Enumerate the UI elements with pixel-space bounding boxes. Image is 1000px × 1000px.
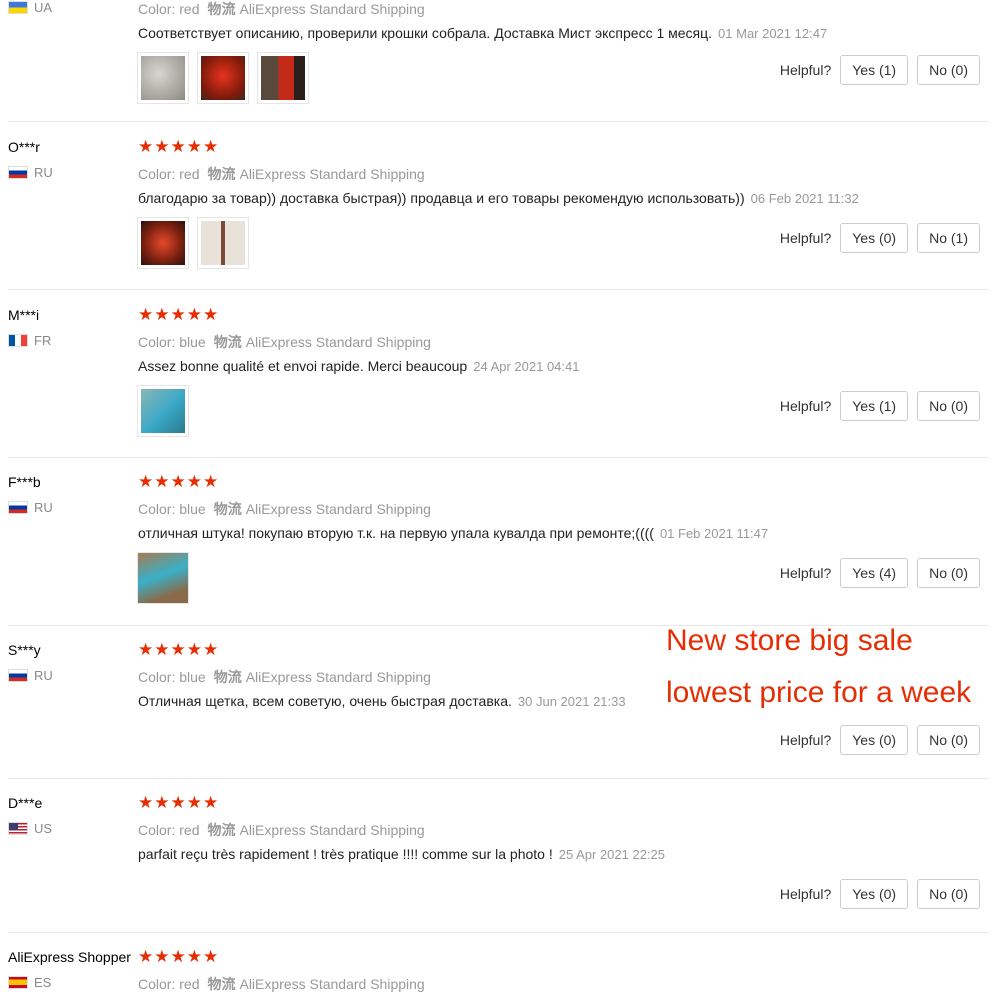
promo-banner: New store big sale lowest price for a we… (666, 615, 971, 719)
review-photos (137, 217, 249, 269)
helpful-no-button[interactable]: No (0) (917, 879, 980, 909)
review-meta: Color: red 物流 AliExpress Standard Shipping (138, 976, 425, 992)
review-item: AliExpress Shopper ES ★★★★★ Color: red 物流… (0, 947, 988, 1000)
helpful-yes-button[interactable]: Yes (0) (840, 725, 909, 755)
review-meta: Color: blue 物流 AliExpress Standard Shippin… (138, 334, 431, 350)
flag-icon (8, 501, 28, 514)
review-meta: Color: red 物流 AliExpress Standard Shipping (138, 822, 425, 838)
helpful-vote: Helpful? Yes (0) No (1) (780, 223, 980, 253)
divider (8, 778, 988, 779)
helpful-yes-button[interactable]: Yes (0) (840, 879, 909, 909)
helpful-vote: Helpful? Yes (0) No (0) (780, 725, 980, 755)
review-item: M***i FR ★★★★★ Color: blue 物流 AliExpress S… (0, 305, 988, 458)
review-photo[interactable] (197, 52, 249, 104)
star-rating: ★★★★★ (138, 137, 220, 156)
review-photos (137, 52, 309, 104)
review-photo[interactable] (257, 52, 309, 104)
star-rating: ★★★★★ (138, 793, 220, 812)
review-photo[interactable] (137, 385, 189, 437)
review-text: parfait reçu très rapidement ! très prat… (138, 846, 666, 862)
reviewer-name: F***b (8, 474, 41, 490)
reviewer-name: O***r (8, 139, 40, 155)
helpful-yes-button[interactable]: Yes (0) (840, 223, 909, 253)
divider (8, 121, 988, 122)
review-text: отличная штука! покупаю вторую т.к. на п… (138, 525, 769, 541)
review-item: F***b RU ★★★★★ Color: blue 物流 AliExpress S… (0, 472, 988, 626)
review-date: 25 Apr 2021 22:25 (558, 847, 666, 862)
helpful-no-button[interactable]: No (0) (917, 391, 980, 421)
reviewer-name: D***e (8, 795, 43, 811)
reviewer-country: ES (8, 975, 51, 990)
reviewer-country: US (8, 821, 52, 836)
review-text: Отличная щетка, всем советую, очень быст… (138, 693, 626, 709)
review-date: 24 Apr 2021 04:41 (473, 359, 580, 374)
review-item: O***r RU ★★★★★ Color: red 物流 AliExpress St… (0, 137, 988, 290)
reviewer-country: RU (8, 500, 53, 515)
flag-icon (8, 1, 28, 14)
review-photo[interactable] (137, 52, 189, 104)
review-text: благодарю за товар)) доставка быстрая)) … (138, 190, 859, 206)
review-meta: Color: blue 物流 AliExpress Standard Shippin… (138, 669, 431, 685)
review-item: UA Color: red 物流 AliExpress Standard Shipp… (0, 0, 988, 122)
promo-line-1: New store big sale (666, 624, 913, 657)
star-rating: ★★★★★ (138, 305, 220, 324)
helpful-yes-button[interactable]: Yes (1) (840, 391, 909, 421)
helpful-vote: Helpful? Yes (1) No (0) (780, 391, 980, 421)
flag-icon (8, 334, 28, 347)
helpful-vote: Helpful? Yes (1) No (0) (780, 55, 980, 85)
review-meta: Color: blue 物流 AliExpress Standard Shippin… (138, 501, 431, 517)
review-item: D***e US ★★★★★ Color: red 物流 AliExpress St… (0, 793, 988, 933)
reviewer-country: UA (8, 0, 52, 15)
review-date: 01 Mar 2021 12:47 (718, 26, 828, 41)
reviewer-country: RU (8, 668, 53, 683)
helpful-yes-button[interactable]: Yes (1) (840, 55, 909, 85)
review-meta: Color: red 物流 AliExpress Standard Shipping (138, 1, 425, 17)
flag-icon (8, 822, 28, 835)
reviewer-country: FR (8, 333, 51, 348)
review-photos (137, 552, 189, 604)
divider (8, 289, 988, 290)
review-photo[interactable] (197, 217, 249, 269)
helpful-yes-button[interactable]: Yes (4) (840, 558, 909, 588)
helpful-no-button[interactable]: No (0) (917, 725, 980, 755)
flag-icon (8, 669, 28, 682)
flag-icon (8, 166, 28, 179)
review-text: Assez bonne qualité et envoi rapide. Mer… (138, 358, 580, 374)
reviewer-name: S***y (8, 642, 41, 658)
helpful-vote: Helpful? Yes (4) No (0) (780, 558, 980, 588)
review-text: Соответствует описанию, проверили крошки… (138, 25, 828, 41)
review-date: 01 Feb 2021 11:47 (659, 526, 769, 541)
review-photo[interactable] (137, 217, 189, 269)
helpful-no-button[interactable]: No (0) (917, 55, 980, 85)
promo-line-2: lowest price for a week (666, 676, 972, 709)
divider (8, 457, 988, 458)
review-meta: Color: red 物流 AliExpress Standard Shipping (138, 166, 425, 182)
helpful-vote: Helpful? Yes (0) No (0) (780, 879, 980, 909)
star-rating: ★★★★★ (138, 472, 220, 491)
helpful-no-button[interactable]: No (1) (917, 223, 980, 253)
helpful-no-button[interactable]: No (0) (917, 558, 980, 588)
star-rating: ★★★★★ (138, 947, 220, 966)
review-photo[interactable] (137, 552, 189, 604)
review-photos (137, 385, 189, 437)
divider (8, 932, 988, 933)
reviewer-country: RU (8, 165, 53, 180)
star-rating: ★★★★★ (138, 640, 220, 659)
flag-icon (8, 976, 28, 989)
reviewer-name: M***i (8, 307, 40, 323)
review-date: 06 Feb 2021 11:32 (750, 191, 859, 206)
reviewer-name: AliExpress Shopper (8, 949, 131, 965)
review-date: 30 Jun 2021 21:33 (517, 694, 626, 709)
